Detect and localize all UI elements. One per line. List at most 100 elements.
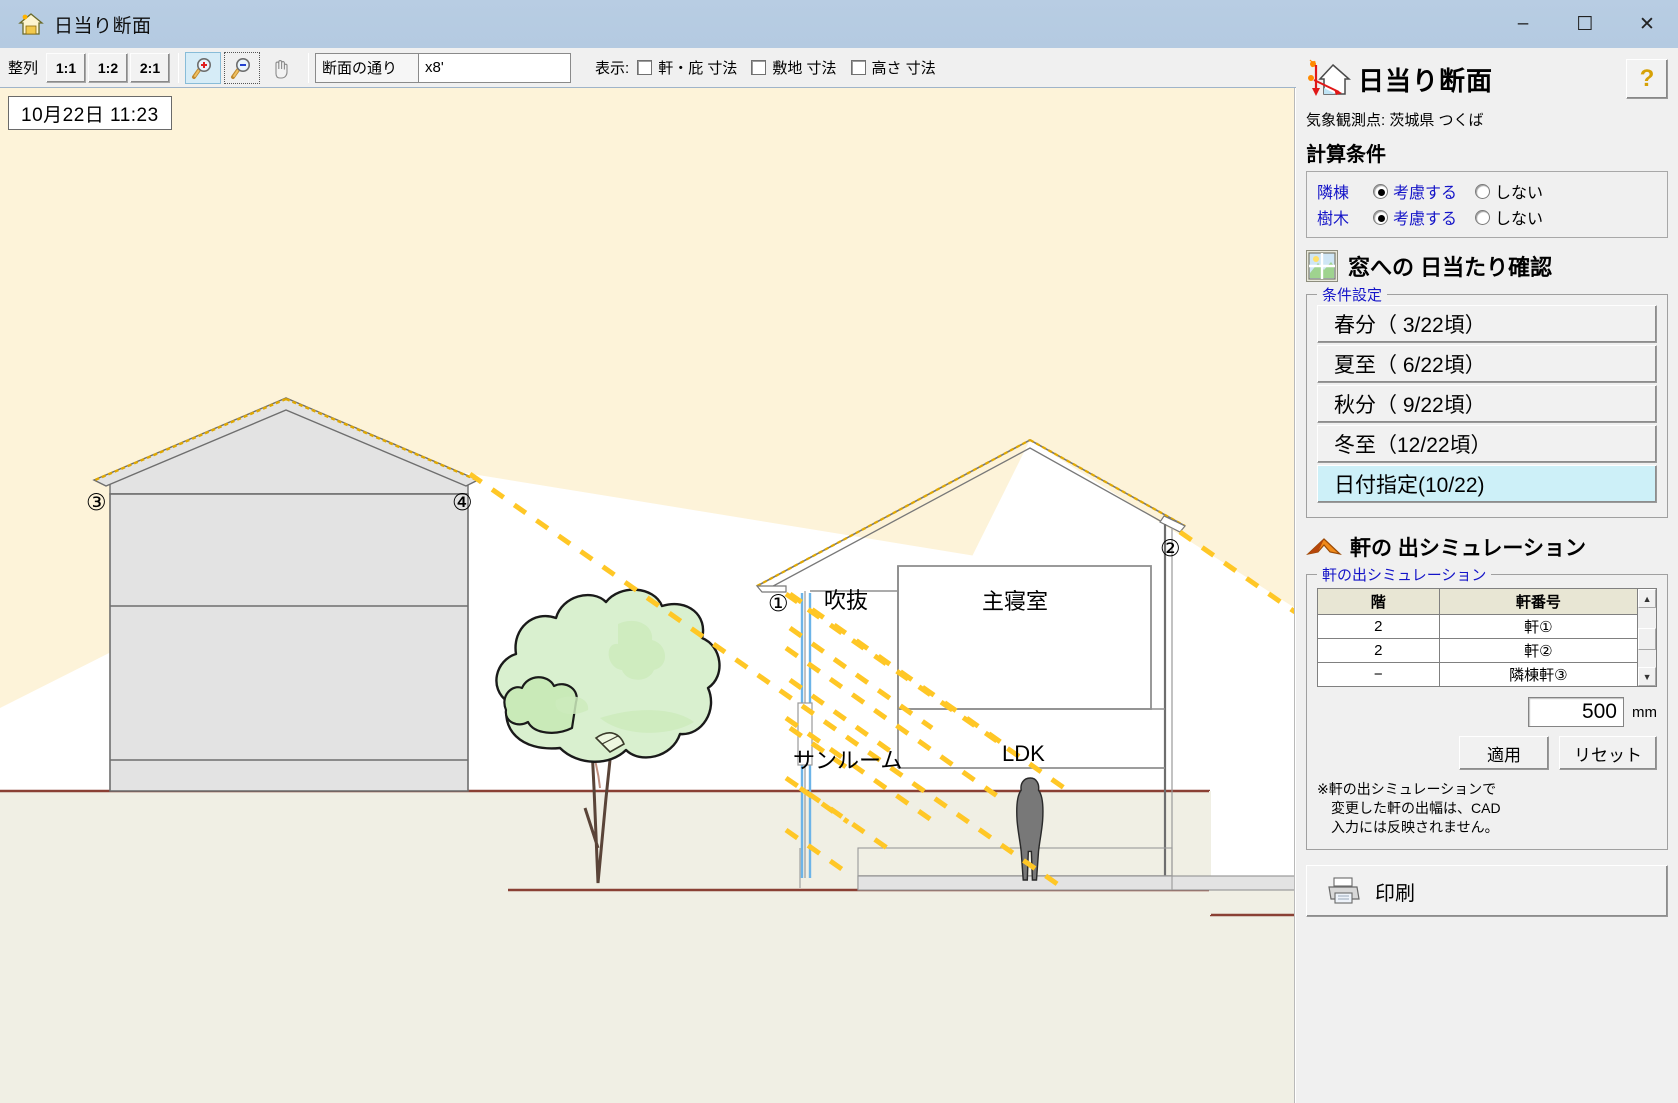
eave-marker-4[interactable]: ④: [452, 489, 473, 516]
window-controls: – ☐ ✕: [1492, 0, 1678, 48]
checkbox-box[interactable]: [637, 60, 653, 75]
room-label-ldk: LDK: [1002, 741, 1045, 766]
cell-eave: 隣棟軒③: [1438, 662, 1639, 687]
group-legend: 軒の出シミュレーション: [1317, 564, 1492, 585]
group-legend: 条件設定: [1317, 284, 1388, 305]
zoom-in-icon[interactable]: [185, 51, 222, 84]
season-button-autumn[interactable]: 秋分（ 9/22頃）: [1317, 385, 1657, 423]
season-button-custom-date[interactable]: 日付指定(10/22): [1317, 465, 1657, 503]
scroll-up-icon[interactable]: ▲: [1638, 589, 1656, 608]
scrollbar-thumb[interactable]: [1638, 628, 1656, 650]
condition-label: 隣棟: [1317, 185, 1350, 202]
eave-marker-3[interactable]: ③: [86, 489, 107, 516]
checkbox-height-dimension[interactable]: 高さ 寸法: [850, 57, 936, 78]
pan-hand-icon[interactable]: [263, 52, 299, 84]
section-field-group: 断面の通り x8': [315, 52, 572, 83]
window-check-title: 窓への 日当たり確認: [1348, 255, 1553, 280]
print-label: 印刷: [1375, 882, 1415, 905]
season-button-spring[interactable]: 春分（ 3/22頃）: [1317, 305, 1657, 343]
note-line-1: ※軒の出シミュレーションで: [1317, 781, 1497, 797]
close-button[interactable]: ✕: [1616, 0, 1678, 48]
weather-station-label: 気象観測点: 茨城県 つくば: [1306, 112, 1484, 129]
condition-setting-group: 条件設定 春分（ 3/22頃） 夏至（ 6/22頃） 秋分（ 9/22頃） 冬至…: [1306, 284, 1668, 518]
window-icon: [1306, 250, 1338, 282]
scale-group: 整列 1:1 1:2 2:1: [0, 51, 172, 85]
checkbox-eave-dimension[interactable]: 軒・庇 寸法: [637, 57, 737, 78]
checkbox-box[interactable]: [751, 60, 767, 75]
condition-label: 樹木: [1317, 211, 1350, 228]
table-row[interactable]: 2 軒②: [1317, 638, 1639, 663]
eave-sim-group: 軒の出シミュレーション 階 軒番号 2 軒① 2 軒② − 隣棟軒③ ▲ ▼ 5…: [1306, 564, 1668, 850]
checkbox-label: 軒・庇 寸法: [658, 60, 738, 77]
table-row[interactable]: 2 軒①: [1317, 614, 1639, 639]
house-sunray-icon: [1306, 58, 1352, 100]
toolbar-divider-2: [308, 52, 310, 83]
checkbox-label: 敷地 寸法: [772, 60, 837, 77]
radio-dot[interactable]: [1373, 183, 1388, 199]
apply-button[interactable]: 適用: [1459, 736, 1549, 770]
season-button-winter[interactable]: 冬至（12/22頃）: [1317, 425, 1657, 463]
section-drawing-canvas[interactable]: 10月22日 11:23 吹抜 主寝室 サンルーム LDK ① ② ③ ④: [0, 88, 1295, 1103]
table-row[interactable]: − 隣棟軒③: [1317, 662, 1639, 687]
eave-depth-unit: mm: [1632, 703, 1657, 721]
section-line-label: 断面の通り: [315, 52, 420, 83]
window-check-header: 窓への 日当たり確認: [1306, 250, 1668, 282]
radio-dot[interactable]: [1373, 209, 1388, 225]
condition-row-trees: 樹木 考慮する しない: [1317, 205, 1661, 229]
eave-marker-2[interactable]: ②: [1160, 535, 1181, 562]
maximize-button[interactable]: ☐: [1554, 0, 1616, 48]
eave-action-buttons: 適用 リセット: [1317, 736, 1657, 770]
radio-neighbor-consider[interactable]: 考慮する: [1373, 179, 1457, 203]
print-button[interactable]: 印刷: [1306, 865, 1668, 917]
room-label-sunroom: サンルーム: [793, 748, 903, 773]
eave-table[interactable]: 階 軒番号 2 軒① 2 軒② − 隣棟軒③: [1317, 588, 1639, 687]
display-options-group: 表示: 軒・庇 寸法 敷地 寸法 高さ 寸法: [595, 57, 950, 78]
radio-label: しない: [1495, 211, 1544, 228]
section-line-input[interactable]: x8': [419, 52, 572, 83]
note-line-2: 変更した軒の出幅は、CAD: [1331, 799, 1501, 816]
section-drawing-svg: [0, 88, 1294, 1103]
minimize-button[interactable]: –: [1492, 0, 1554, 48]
eave-sim-note: ※軒の出シミュレーションで 変更した軒の出幅は、CAD 入力には反映されません。: [1317, 780, 1657, 837]
radio-trees-ignore[interactable]: しない: [1475, 205, 1543, 229]
eave-value-row: 500 mm: [1317, 697, 1657, 727]
help-button[interactable]: ?: [1626, 59, 1668, 99]
eave-roof-icon: [1306, 536, 1342, 558]
col-eave-number: 軒番号: [1438, 588, 1639, 615]
radio-label: 考慮する: [1393, 211, 1458, 228]
radio-neighbor-ignore[interactable]: しない: [1475, 179, 1543, 203]
checkbox-site-dimension[interactable]: 敷地 寸法: [751, 57, 837, 78]
cell-eave: 軒②: [1438, 638, 1639, 663]
window-title: 日当り断面: [54, 15, 152, 37]
eave-table-wrapper: 階 軒番号 2 軒① 2 軒② − 隣棟軒③ ▲ ▼: [1317, 588, 1657, 687]
radio-label: しない: [1495, 185, 1544, 202]
eave-marker-1[interactable]: ①: [768, 590, 789, 617]
radio-dot[interactable]: [1475, 183, 1491, 199]
house-sun-icon: [18, 12, 44, 36]
zoom-out-icon[interactable]: [224, 51, 261, 84]
table-header-row: 階 軒番号: [1317, 588, 1639, 615]
calc-conditions-box: 隣棟 考慮する しない 樹木 考慮する しない: [1306, 171, 1668, 238]
radio-label: 考慮する: [1393, 185, 1458, 202]
radio-dot[interactable]: [1475, 209, 1491, 225]
date-time-chip: 10月22日 11:23: [8, 96, 172, 130]
radio-trees-consider[interactable]: 考慮する: [1373, 205, 1457, 229]
cell-floor: 2: [1317, 614, 1440, 639]
scale-2-1-button[interactable]: 2:1: [130, 52, 171, 83]
table-scrollbar[interactable]: ▲ ▼: [1638, 588, 1657, 687]
reset-button[interactable]: リセット: [1559, 736, 1657, 770]
panel-header: 日当り断面 ?: [1306, 58, 1668, 100]
eave-sim-title: 軒の 出シミュレーション: [1350, 537, 1586, 560]
window-titlebar: 日当り断面 – ☐ ✕: [0, 0, 1678, 48]
cell-eave: 軒①: [1438, 614, 1639, 639]
checkbox-box[interactable]: [850, 60, 866, 75]
scroll-down-icon[interactable]: ▼: [1638, 667, 1656, 686]
cell-floor: 2: [1317, 638, 1440, 663]
align-label: 整列: [8, 60, 39, 77]
eave-depth-input[interactable]: 500: [1528, 697, 1624, 727]
season-button-summer[interactable]: 夏至（ 6/22頃）: [1317, 345, 1657, 383]
scale-1-2-button[interactable]: 1:2: [88, 52, 129, 83]
eave-sim-header: 軒の 出シミュレーション: [1306, 532, 1668, 562]
scale-1-1-button[interactable]: 1:1: [46, 52, 87, 83]
panel-title: 日当り断面: [1358, 65, 1494, 96]
